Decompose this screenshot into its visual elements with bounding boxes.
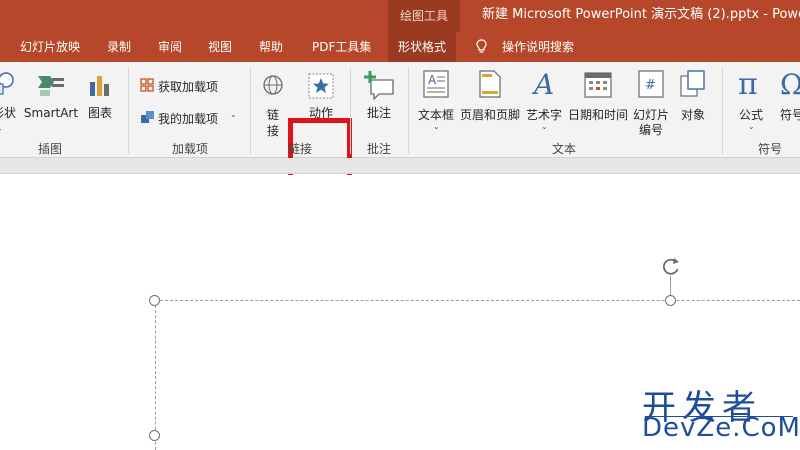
pi-equation-icon: π xyxy=(738,68,758,100)
omega-symbol-icon: Ω xyxy=(780,68,800,100)
workspace-margin xyxy=(0,158,800,174)
group-separator xyxy=(350,68,351,154)
svg-text:#: # xyxy=(645,78,656,93)
textbox-icon: A xyxy=(423,70,449,98)
symbol-button[interactable]: Ω 符号 xyxy=(774,66,800,138)
group-separator xyxy=(128,68,129,154)
group-label-addins: 加载项 xyxy=(171,142,208,156)
wordart-icon: A xyxy=(531,68,554,100)
svg-text:Ω: Ω xyxy=(780,68,800,100)
ribbon-tab-bar: 幻灯片放映 录制 审阅 视图 帮助 PDF工具集 形状格式 操作说明搜索 xyxy=(0,32,800,62)
shapes-icon xyxy=(0,72,14,95)
tab-view[interactable]: 视图 xyxy=(208,32,232,62)
resize-handle[interactable] xyxy=(149,430,160,441)
tab-help[interactable]: 帮助 xyxy=(259,32,283,62)
link-button[interactable]: 链 接 xyxy=(260,66,286,138)
tell-me-search[interactable]: 操作说明搜索 xyxy=(502,32,574,62)
object-label: 对象 xyxy=(680,108,705,122)
tab-slide-show[interactable]: 幻灯片放映 xyxy=(20,32,80,62)
wordart-label: 艺术字 xyxy=(525,108,562,122)
header-footer-icon xyxy=(479,70,501,98)
group-separator xyxy=(408,68,409,154)
slide-number-label-1: 幻灯片 xyxy=(632,108,669,122)
tab-record[interactable]: 录制 xyxy=(107,32,131,62)
lightbulb-icon xyxy=(476,39,487,53)
chevron-down-icon: ⌄ xyxy=(0,124,3,133)
rotate-handle-icon[interactable] xyxy=(660,256,682,278)
header-footer-button[interactable]: 页眉和页脚 xyxy=(458,66,522,138)
textbox-label: 文本框 xyxy=(417,108,454,122)
puzzle-icon xyxy=(141,111,154,123)
shape-selection-border xyxy=(155,300,156,450)
svg-text:π: π xyxy=(738,68,758,100)
chevron-down-icon: ⌄ xyxy=(230,110,237,119)
textbox-button[interactable]: A 文本框 ⌄ xyxy=(414,66,458,138)
smartart-icon xyxy=(38,76,64,96)
object-button[interactable]: 对象 xyxy=(672,66,714,138)
svg-text:A: A xyxy=(531,68,554,100)
tab-shape-format[interactable]: 形状格式 xyxy=(388,32,457,62)
group-label-text: 文本 xyxy=(551,142,576,156)
ribbon: 形状 ⌄ SmartArt 图表 插图 xyxy=(0,62,800,196)
link-label-2: 接 xyxy=(266,124,279,138)
slide-number-button[interactable]: # 幻灯片 编号 xyxy=(630,66,672,138)
comment-label: 批注 xyxy=(366,106,391,120)
shape-selection-border xyxy=(155,300,800,301)
svg-text:A: A xyxy=(428,73,437,87)
my-addins-label: 我的加载项 xyxy=(158,112,219,126)
slide-number-label-2: 编号 xyxy=(638,123,663,137)
globe-link-icon xyxy=(263,75,283,95)
group-separator xyxy=(250,68,251,154)
group-label-comments: 批注 xyxy=(366,142,391,156)
tab-pdf-tools[interactable]: PDF工具集 xyxy=(312,32,371,62)
smartart-button[interactable]: SmartArt xyxy=(22,66,80,136)
wordart-button[interactable]: A 艺术字 ⌄ xyxy=(522,66,566,138)
my-addins-button[interactable]: 我的加载项 ⌄ xyxy=(138,108,242,128)
object-icon xyxy=(680,70,705,97)
equation-label: 公式 xyxy=(738,108,763,122)
chevron-down-icon: ⌄ xyxy=(748,122,755,131)
group-label-symbols: 符号 xyxy=(757,142,782,156)
chevron-down-icon: ⌄ xyxy=(433,122,440,131)
header-footer-label: 页眉和页脚 xyxy=(459,108,520,122)
symbol-label: 符号 xyxy=(780,108,800,122)
date-time-label: 日期和时间 xyxy=(567,108,628,122)
shapes-label: 形状 xyxy=(0,106,17,120)
title-bar: 绘图工具 新建 Microsoft PowerPoint 演示文稿 (2).pp… xyxy=(0,0,800,32)
powerpoint-window: 绘图工具 新建 Microsoft PowerPoint 演示文稿 (2).pp… xyxy=(0,0,800,450)
chevron-down-icon: ⌄ xyxy=(541,122,548,131)
resize-handle[interactable] xyxy=(149,295,160,306)
shapes-button[interactable]: 形状 ⌄ xyxy=(0,66,16,136)
document-title: 新建 Microsoft PowerPoint 演示文稿 (2).pptx - … xyxy=(482,7,800,22)
action-star-icon xyxy=(308,73,334,99)
smartart-label: SmartArt xyxy=(23,106,79,120)
store-icon xyxy=(140,78,154,92)
group-separator xyxy=(722,68,723,154)
tab-review[interactable]: 审阅 xyxy=(158,32,182,62)
chart-button[interactable]: 图表 xyxy=(82,66,118,136)
group-label-illustrations: 插图 xyxy=(37,142,62,156)
context-tab-drawing-tools[interactable]: 绘图工具 xyxy=(388,0,460,32)
date-time-button[interactable]: 日期和时间 xyxy=(566,66,630,138)
slide-number-icon: # xyxy=(638,70,664,98)
calendar-icon xyxy=(584,72,612,98)
comment-button[interactable]: 批注 xyxy=(358,66,400,136)
bar-chart-icon xyxy=(90,76,109,96)
get-addins-label: 获取加载项 xyxy=(158,80,219,94)
link-label-1: 链 xyxy=(266,108,279,122)
resize-handle[interactable] xyxy=(665,295,676,306)
equation-button[interactable]: π 公式 ⌄ xyxy=(730,66,772,138)
group-label-links: 链接 xyxy=(287,142,312,156)
get-addins-button[interactable]: 获取加载项 xyxy=(138,76,242,96)
chart-label: 图表 xyxy=(87,106,112,120)
watermark-line-2: DevZe.CoM xyxy=(642,413,800,443)
comment-plus-icon xyxy=(364,71,394,100)
